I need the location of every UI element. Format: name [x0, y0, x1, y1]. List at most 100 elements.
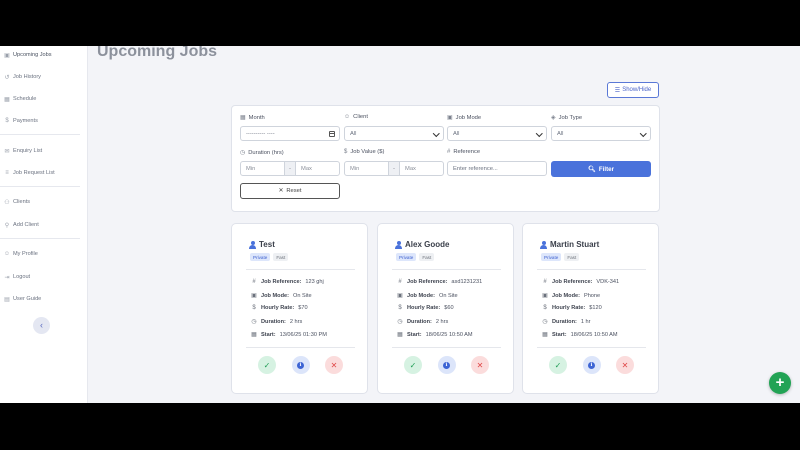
month-input[interactable]: ---------- ---- — [240, 126, 340, 141]
card-divider — [392, 269, 501, 270]
info-button[interactable]: i — [582, 356, 601, 374]
sidebar-item-job-request-list[interactable]: ≡ Job Request List — [0, 165, 88, 181]
card-divider — [537, 269, 646, 270]
sidebar-item-payments[interactable]: $ Payments — [0, 113, 88, 129]
sidebar-item-clients[interactable]: ⚇ Clients — [0, 194, 88, 210]
info-icon: i — [443, 361, 450, 369]
sidebar-collapse-button[interactable]: ‹ — [33, 317, 50, 334]
job-type-select[interactable]: All — [551, 126, 651, 141]
reference-input[interactable]: Enter reference... — [447, 161, 547, 176]
duration-label: ◷ Duration (hrs) — [240, 149, 284, 157]
detail-label: Start: — [552, 331, 567, 338]
sidebar: ▣ Upcoming Jobs ↺ Job History ▦ Schedule… — [0, 46, 88, 403]
sidebar-item-enquiry-list[interactable]: ✉ Enquiry List — [0, 143, 88, 159]
info-icon: i — [297, 361, 304, 369]
client-name[interactable]: Martin Stuart — [540, 240, 599, 249]
client-select[interactable]: All — [344, 126, 444, 141]
client-name[interactable]: Alex Goode — [395, 240, 449, 249]
briefcase-icon: ▣ — [447, 115, 453, 121]
list-icon: ≡ — [5, 170, 9, 176]
sidebar-item-my-profile[interactable]: ☺ My Profile — [0, 246, 88, 262]
start-row: ▦ Start: 18/06/25 10:50 AM — [541, 331, 617, 339]
duration-row: ◷ Duration: 1 hr — [541, 318, 591, 326]
job-type-select-value: All — [557, 130, 564, 137]
duration-value: 1 hr — [580, 318, 591, 325]
approve-button[interactable]: ✓ — [549, 356, 567, 374]
hash-icon: # — [398, 279, 402, 285]
reference-label: # Reference — [447, 149, 480, 155]
month-label: ▦ Month — [240, 114, 265, 122]
job-value-max-input[interactable]: Max — [400, 162, 443, 175]
info-button[interactable]: i — [437, 356, 456, 374]
tag-icon: ◈ — [551, 115, 556, 121]
duration-min-input[interactable]: Min — [241, 162, 284, 175]
close-icon: ✕ — [330, 360, 338, 370]
start-value: 18/06/25 10:50 AM — [425, 331, 473, 338]
page-title: Upcoming Jobs — [97, 46, 218, 60]
sidebar-divider — [0, 186, 80, 187]
detail-label: Job Mode: — [407, 292, 435, 299]
job-badges: Private Fast — [250, 253, 289, 261]
start-row: ▦ Start: 18/06/25 10:50 AM — [396, 331, 473, 339]
filter-button[interactable]: 🔍︎ Filter — [551, 161, 651, 177]
check-icon: ✓ — [409, 360, 417, 370]
sidebar-item-label: Add Client — [13, 222, 39, 228]
add-job-button[interactable]: + — [769, 372, 791, 394]
sidebar-item-label: Job History — [13, 74, 41, 80]
sidebar-item-label: Payments — [13, 118, 38, 124]
approve-button[interactable]: ✓ — [258, 356, 276, 374]
logout-icon: ⇥ — [4, 274, 10, 281]
duration-label-text: Duration (hrs) — [248, 149, 284, 156]
user-icon — [249, 240, 256, 249]
client-label-text: Client — [353, 114, 368, 120]
sidebar-item-add-client[interactable]: ⚲ Add Client — [0, 217, 88, 233]
hourly-rate-value: $120 — [589, 305, 602, 311]
sidebar-item-job-history[interactable]: ↺ Job History — [0, 69, 88, 85]
calendar-icon: ▦ — [251, 332, 257, 338]
sidebar-item-upcoming-jobs[interactable]: ▣ Upcoming Jobs — [0, 47, 88, 63]
detail-label: Hourly Rate: — [407, 305, 441, 311]
search-icon: 🔍︎ — [588, 166, 596, 173]
sidebar-item-label: Logout — [13, 274, 31, 280]
decline-button[interactable]: ✕ — [616, 356, 634, 374]
detail-label: Duration: — [407, 318, 432, 325]
calendar-picker-icon[interactable] — [329, 130, 335, 137]
badge-private: Private — [396, 253, 417, 261]
duration-max-input[interactable]: Max — [296, 162, 339, 175]
sidebar-item-label: Job Request List — [13, 170, 55, 176]
client-name[interactable]: Test — [249, 240, 275, 249]
sidebar-item-label: User Guide — [13, 296, 42, 302]
filter-panel: ▦ Month ☺ Client ▣ Job Mode ◈ Job Type -… — [231, 105, 660, 212]
job-card: Alex Goode Private Fast # Job Reference:… — [377, 223, 514, 394]
close-icon: ✕ — [476, 360, 484, 370]
duration-range: Min - Max — [240, 161, 340, 176]
job-mode-row: ▣ Job Mode: On Site — [396, 292, 457, 300]
badge-fast: Fast — [419, 253, 435, 261]
sidebar-item-schedule[interactable]: ▦ Schedule — [0, 91, 88, 107]
card-divider — [537, 347, 646, 348]
detail-label: Hourly Rate: — [261, 305, 295, 311]
approve-button[interactable]: ✓ — [404, 356, 422, 374]
job-reference-row: # Job Reference: VDK-341 — [541, 279, 619, 285]
check-icon: ✓ — [263, 360, 271, 370]
sidebar-item-label: Enquiry List — [13, 148, 43, 154]
show-hide-label: Show/Hide — [622, 87, 652, 93]
hash-icon: # — [447, 149, 451, 155]
badge-fast: Fast — [273, 253, 289, 261]
decline-button[interactable]: ✕ — [471, 356, 489, 374]
job-value-min-input[interactable]: Min — [345, 162, 388, 175]
show-hide-button[interactable]: ☰ Show/Hide — [607, 82, 659, 98]
clock-icon: ◷ — [240, 150, 246, 156]
job-type-label: ◈ Job Type — [551, 114, 582, 122]
sidebar-item-user-guide[interactable]: ▤ User Guide — [0, 291, 88, 307]
decline-button[interactable]: ✕ — [325, 356, 343, 374]
job-reference-value: 123 ghj — [305, 279, 324, 285]
sidebar-item-label: My Profile — [13, 251, 38, 257]
sidebar-item-logout[interactable]: ⇥ Logout — [0, 269, 88, 285]
reset-button[interactable]: ✕ Reset — [240, 183, 340, 199]
user-icon: ☺ — [344, 114, 351, 120]
job-mode-select[interactable]: All — [447, 126, 547, 141]
info-button[interactable]: i — [291, 356, 310, 374]
card-divider — [246, 269, 355, 270]
hourly-rate-row: $ Hourly Rate: $120 — [541, 305, 602, 311]
